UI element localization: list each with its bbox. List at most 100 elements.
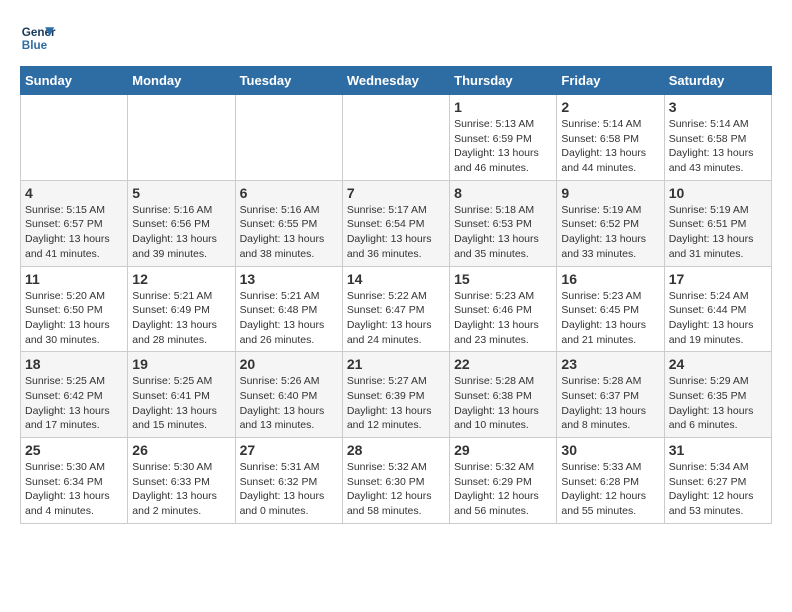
day-cell: 22 Sunrise: 5:28 AMSunset: 6:38 PMDayligh… bbox=[450, 352, 557, 438]
day-info: Sunrise: 5:18 AMSunset: 6:53 PMDaylight:… bbox=[454, 203, 552, 262]
day-cell: 17 Sunrise: 5:24 AMSunset: 6:44 PMDayligh… bbox=[664, 266, 771, 352]
day-cell: 18 Sunrise: 5:25 AMSunset: 6:42 PMDayligh… bbox=[21, 352, 128, 438]
day-number: 20 bbox=[240, 356, 338, 372]
day-number: 2 bbox=[561, 99, 659, 115]
day-number: 17 bbox=[669, 271, 767, 287]
day-number: 6 bbox=[240, 185, 338, 201]
day-number: 24 bbox=[669, 356, 767, 372]
day-info: Sunrise: 5:19 AMSunset: 6:52 PMDaylight:… bbox=[561, 203, 659, 262]
week-row-5: 25Sunrise: 5:30 AMSunset: 6:34 PMDayligh… bbox=[21, 438, 772, 524]
day-number: 19 bbox=[132, 356, 230, 372]
day-info: Sunrise: 5:13 AMSunset: 6:59 PMDaylight:… bbox=[454, 117, 552, 176]
day-info: Sunrise: 5:15 AMSunset: 6:57 PMDaylight:… bbox=[25, 203, 123, 262]
svg-text:Blue: Blue bbox=[22, 39, 48, 52]
day-info: Sunrise: 5:28 AMSunset: 6:38 PMDaylight:… bbox=[454, 374, 552, 433]
day-cell: 21 Sunrise: 5:27 AMSunset: 6:39 PMDayligh… bbox=[342, 352, 449, 438]
day-cell: 29Sunrise: 5:32 AMSunset: 6:29 PMDayligh… bbox=[450, 438, 557, 524]
day-info: Sunrise: 5:14 AMSunset: 6:58 PMDaylight:… bbox=[669, 117, 767, 176]
day-cell bbox=[21, 95, 128, 181]
day-info: Sunrise: 5:16 AMSunset: 6:56 PMDaylight:… bbox=[132, 203, 230, 262]
header-day-friday: Friday bbox=[557, 67, 664, 95]
day-cell: 13 Sunrise: 5:21 AMSunset: 6:48 PMDayligh… bbox=[235, 266, 342, 352]
day-cell: 26 Sunrise: 5:30 AMSunset: 6:33 PMDayligh… bbox=[128, 438, 235, 524]
day-number: 1 bbox=[454, 99, 552, 115]
day-cell: 12Sunrise: 5:21 AMSunset: 6:49 PMDayligh… bbox=[128, 266, 235, 352]
day-cell: 16 Sunrise: 5:23 AMSunset: 6:45 PMDayligh… bbox=[557, 266, 664, 352]
day-info: Sunrise: 5:14 AMSunset: 6:58 PMDaylight:… bbox=[561, 117, 659, 176]
day-cell: 3 Sunrise: 5:14 AMSunset: 6:58 PMDaylight… bbox=[664, 95, 771, 181]
day-info: Sunrise: 5:20 AMSunset: 6:50 PMDaylight:… bbox=[25, 289, 123, 348]
day-cell: 30 Sunrise: 5:33 AMSunset: 6:28 PMDayligh… bbox=[557, 438, 664, 524]
day-number: 13 bbox=[240, 271, 338, 287]
day-info: Sunrise: 5:30 AMSunset: 6:33 PMDaylight:… bbox=[132, 460, 230, 519]
day-number: 3 bbox=[669, 99, 767, 115]
header-day-sunday: Sunday bbox=[21, 67, 128, 95]
day-number: 23 bbox=[561, 356, 659, 372]
day-cell: 27 Sunrise: 5:31 AMSunset: 6:32 PMDayligh… bbox=[235, 438, 342, 524]
day-cell: 11 Sunrise: 5:20 AMSunset: 6:50 PMDayligh… bbox=[21, 266, 128, 352]
day-number: 8 bbox=[454, 185, 552, 201]
day-number: 15 bbox=[454, 271, 552, 287]
day-number: 21 bbox=[347, 356, 445, 372]
day-number: 28 bbox=[347, 442, 445, 458]
day-cell: 5 Sunrise: 5:16 AMSunset: 6:56 PMDaylight… bbox=[128, 180, 235, 266]
day-info: Sunrise: 5:34 AMSunset: 6:27 PMDaylight:… bbox=[669, 460, 767, 519]
day-info: Sunrise: 5:17 AMSunset: 6:54 PMDaylight:… bbox=[347, 203, 445, 262]
day-number: 7 bbox=[347, 185, 445, 201]
day-number: 26 bbox=[132, 442, 230, 458]
header-day-saturday: Saturday bbox=[664, 67, 771, 95]
day-number: 18 bbox=[25, 356, 123, 372]
day-cell bbox=[128, 95, 235, 181]
day-cell: 8 Sunrise: 5:18 AMSunset: 6:53 PMDaylight… bbox=[450, 180, 557, 266]
day-info: Sunrise: 5:31 AMSunset: 6:32 PMDaylight:… bbox=[240, 460, 338, 519]
day-info: Sunrise: 5:19 AMSunset: 6:51 PMDaylight:… bbox=[669, 203, 767, 262]
day-info: Sunrise: 5:24 AMSunset: 6:44 PMDaylight:… bbox=[669, 289, 767, 348]
day-number: 29 bbox=[454, 442, 552, 458]
day-info: Sunrise: 5:23 AMSunset: 6:45 PMDaylight:… bbox=[561, 289, 659, 348]
day-info: Sunrise: 5:33 AMSunset: 6:28 PMDaylight:… bbox=[561, 460, 659, 519]
day-cell: 15 Sunrise: 5:23 AMSunset: 6:46 PMDayligh… bbox=[450, 266, 557, 352]
header-day-wednesday: Wednesday bbox=[342, 67, 449, 95]
day-number: 4 bbox=[25, 185, 123, 201]
day-info: Sunrise: 5:32 AMSunset: 6:30 PMDaylight:… bbox=[347, 460, 445, 519]
day-cell: 7 Sunrise: 5:17 AMSunset: 6:54 PMDaylight… bbox=[342, 180, 449, 266]
day-number: 11 bbox=[25, 271, 123, 287]
day-info: Sunrise: 5:21 AMSunset: 6:48 PMDaylight:… bbox=[240, 289, 338, 348]
day-cell: 24 Sunrise: 5:29 AMSunset: 6:35 PMDayligh… bbox=[664, 352, 771, 438]
week-row-4: 18 Sunrise: 5:25 AMSunset: 6:42 PMDayligh… bbox=[21, 352, 772, 438]
header-day-thursday: Thursday bbox=[450, 67, 557, 95]
day-number: 30 bbox=[561, 442, 659, 458]
day-info: Sunrise: 5:27 AMSunset: 6:39 PMDaylight:… bbox=[347, 374, 445, 433]
day-number: 27 bbox=[240, 442, 338, 458]
day-number: 14 bbox=[347, 271, 445, 287]
day-number: 9 bbox=[561, 185, 659, 201]
week-row-2: 4 Sunrise: 5:15 AMSunset: 6:57 PMDaylight… bbox=[21, 180, 772, 266]
day-cell: 2 Sunrise: 5:14 AMSunset: 6:58 PMDaylight… bbox=[557, 95, 664, 181]
day-cell: 20 Sunrise: 5:26 AMSunset: 6:40 PMDayligh… bbox=[235, 352, 342, 438]
day-cell: 9 Sunrise: 5:19 AMSunset: 6:52 PMDaylight… bbox=[557, 180, 664, 266]
calendar-table: SundayMondayTuesdayWednesdayThursdayFrid… bbox=[20, 66, 772, 524]
day-number: 16 bbox=[561, 271, 659, 287]
day-cell: 6 Sunrise: 5:16 AMSunset: 6:55 PMDaylight… bbox=[235, 180, 342, 266]
day-cell: 19 Sunrise: 5:25 AMSunset: 6:41 PMDayligh… bbox=[128, 352, 235, 438]
day-info: Sunrise: 5:25 AMSunset: 6:42 PMDaylight:… bbox=[25, 374, 123, 433]
day-cell: 23 Sunrise: 5:28 AMSunset: 6:37 PMDayligh… bbox=[557, 352, 664, 438]
day-cell: 25Sunrise: 5:30 AMSunset: 6:34 PMDayligh… bbox=[21, 438, 128, 524]
header: General Blue bbox=[20, 20, 772, 56]
day-info: Sunrise: 5:26 AMSunset: 6:40 PMDaylight:… bbox=[240, 374, 338, 433]
day-info: Sunrise: 5:16 AMSunset: 6:55 PMDaylight:… bbox=[240, 203, 338, 262]
day-info: Sunrise: 5:28 AMSunset: 6:37 PMDaylight:… bbox=[561, 374, 659, 433]
day-info: Sunrise: 5:29 AMSunset: 6:35 PMDaylight:… bbox=[669, 374, 767, 433]
day-cell: 31Sunrise: 5:34 AMSunset: 6:27 PMDayligh… bbox=[664, 438, 771, 524]
day-cell: 14Sunrise: 5:22 AMSunset: 6:47 PMDayligh… bbox=[342, 266, 449, 352]
day-cell bbox=[342, 95, 449, 181]
day-number: 12 bbox=[132, 271, 230, 287]
header-day-monday: Monday bbox=[128, 67, 235, 95]
day-info: Sunrise: 5:25 AMSunset: 6:41 PMDaylight:… bbox=[132, 374, 230, 433]
week-row-3: 11 Sunrise: 5:20 AMSunset: 6:50 PMDayligh… bbox=[21, 266, 772, 352]
day-info: Sunrise: 5:23 AMSunset: 6:46 PMDaylight:… bbox=[454, 289, 552, 348]
day-number: 22 bbox=[454, 356, 552, 372]
week-row-1: 1 Sunrise: 5:13 AMSunset: 6:59 PMDaylight… bbox=[21, 95, 772, 181]
day-number: 5 bbox=[132, 185, 230, 201]
day-number: 10 bbox=[669, 185, 767, 201]
